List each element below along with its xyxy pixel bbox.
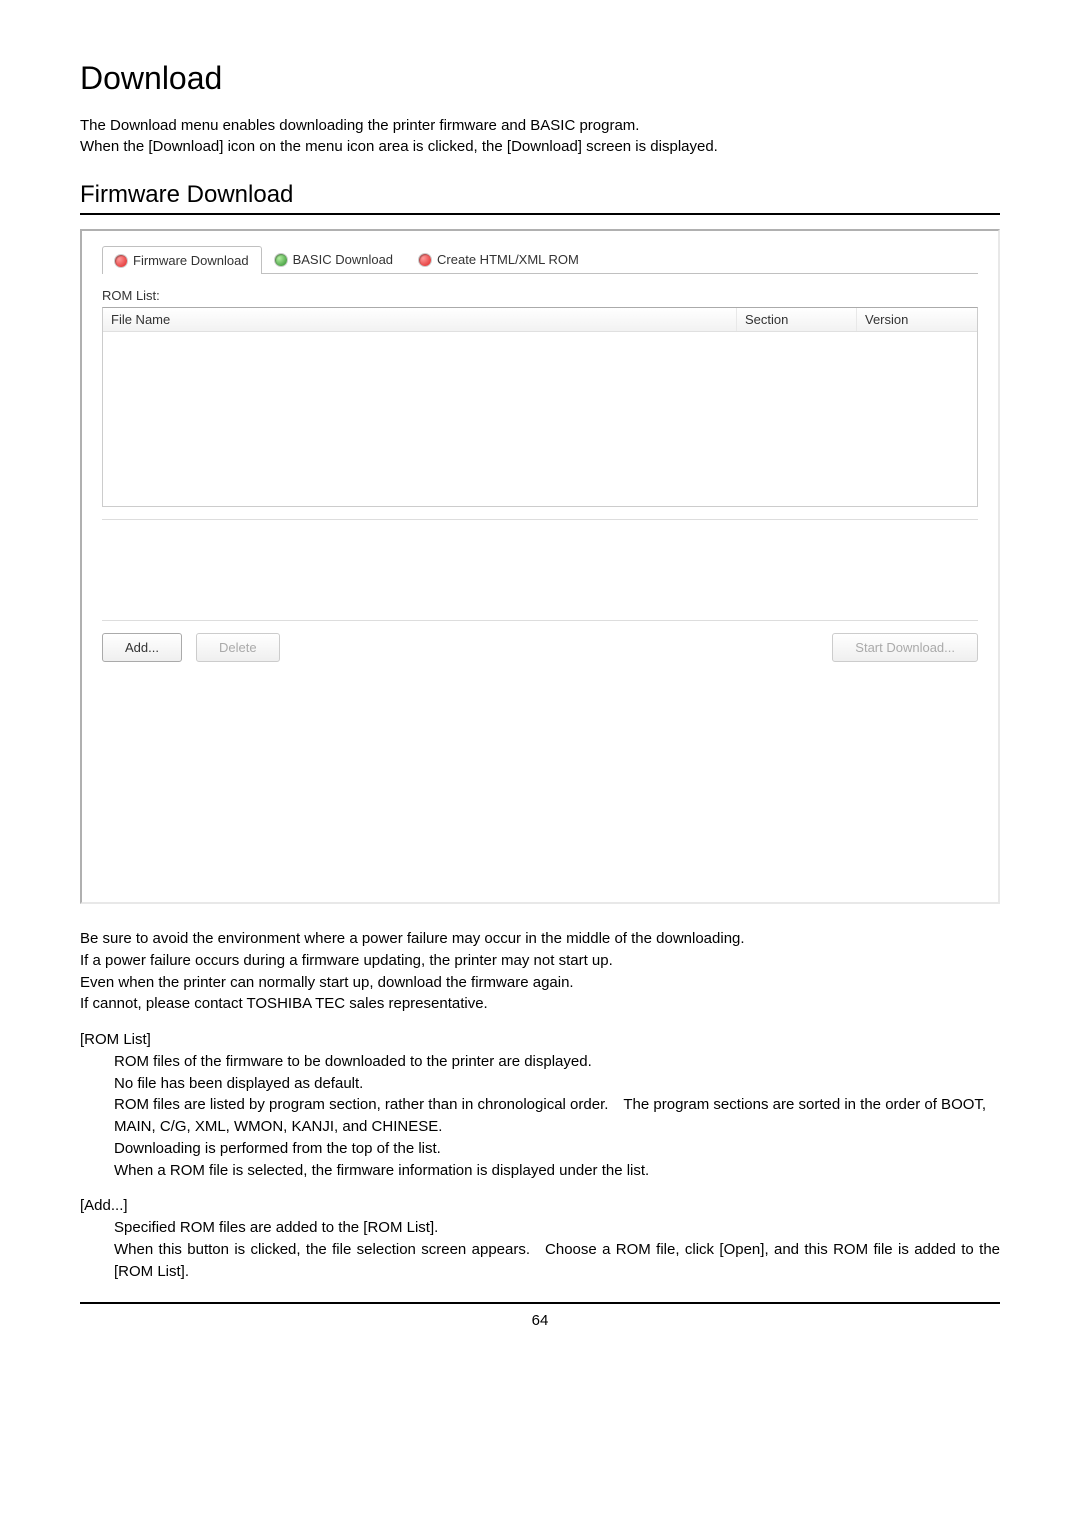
add-description: Specified ROM files are added to the [RO…	[80, 1217, 1000, 1282]
col-section[interactable]: Section	[737, 308, 857, 331]
add-button[interactable]: Add...	[102, 633, 182, 662]
rom-list-section: [ROM List] ROM files of the firmware to …	[80, 1029, 1000, 1181]
warning-line: Be sure to avoid the environment where a…	[80, 928, 1000, 950]
rom-list-description: ROM files of the firmware to be download…	[80, 1051, 1000, 1182]
page-number: 64	[532, 1312, 549, 1329]
tab-label-createrom: Create HTML/XML ROM	[437, 252, 579, 267]
warning-line: If a power failure occurs during a firmw…	[80, 950, 1000, 972]
col-file-name[interactable]: File Name	[103, 308, 737, 331]
tab-create-rom[interactable]: Create HTML/XML ROM	[406, 245, 592, 273]
warning-line: If cannot, please contact TOSHIBA TEC sa…	[80, 993, 1000, 1015]
rom-list-desc-line: ROM files are listed by program section,…	[114, 1094, 1000, 1138]
rom-list-heading: [ROM List]	[80, 1029, 1000, 1051]
add-heading: [Add...]	[80, 1195, 1000, 1217]
rom-list-table: File Name Section Version	[102, 307, 978, 507]
col-version[interactable]: Version	[857, 308, 977, 331]
warning-line: Even when the printer can normally start…	[80, 972, 1000, 994]
tab-strip: Firmware Download BASIC Download Create …	[102, 245, 978, 274]
tab-basic-download[interactable]: BASIC Download	[262, 245, 406, 273]
rom-list-desc-line: No file has been displayed as default.	[114, 1073, 1000, 1095]
tab-label-firmware: Firmware Download	[133, 253, 249, 268]
tab-label-basic: BASIC Download	[293, 252, 393, 267]
delete-button: Delete	[196, 633, 280, 662]
intro-line-2: When the [Download] icon on the menu ico…	[80, 136, 1000, 157]
rom-list-label: ROM List:	[102, 288, 978, 303]
intro-line-1: The Download menu enables downloading th…	[80, 115, 1000, 136]
rom-list-header: File Name Section Version	[103, 308, 977, 332]
rom-list-desc-line: Downloading is performed from the top of…	[114, 1138, 1000, 1160]
page-title: Download	[80, 60, 1000, 97]
screenshot-lower-space	[102, 662, 978, 882]
divider	[102, 620, 978, 621]
divider	[102, 519, 978, 520]
rom-list-desc-line: When a ROM file is selected, the firmwar…	[114, 1160, 1000, 1182]
start-download-button: Start Download...	[832, 633, 978, 662]
firmware-tab-icon	[115, 255, 127, 267]
warning-paragraph: Be sure to avoid the environment where a…	[80, 928, 1000, 1015]
create-rom-tab-icon	[419, 254, 431, 266]
firmware-download-screenshot: Firmware Download BASIC Download Create …	[80, 229, 1000, 904]
intro-paragraph: The Download menu enables downloading th…	[80, 115, 1000, 157]
info-area	[102, 532, 978, 608]
button-row: Add... Delete Start Download...	[102, 633, 978, 662]
add-desc-line: When this button is clicked, the file se…	[114, 1239, 1000, 1283]
page-footer: 64	[80, 1302, 1000, 1329]
add-section: [Add...] Specified ROM files are added t…	[80, 1195, 1000, 1282]
rom-list-desc-line: ROM files of the firmware to be download…	[114, 1051, 1000, 1073]
add-desc-line: Specified ROM files are added to the [RO…	[114, 1217, 1000, 1239]
basic-tab-icon	[275, 254, 287, 266]
tab-firmware-download[interactable]: Firmware Download	[102, 246, 262, 274]
subsection-heading: Firmware Download	[80, 181, 1000, 215]
